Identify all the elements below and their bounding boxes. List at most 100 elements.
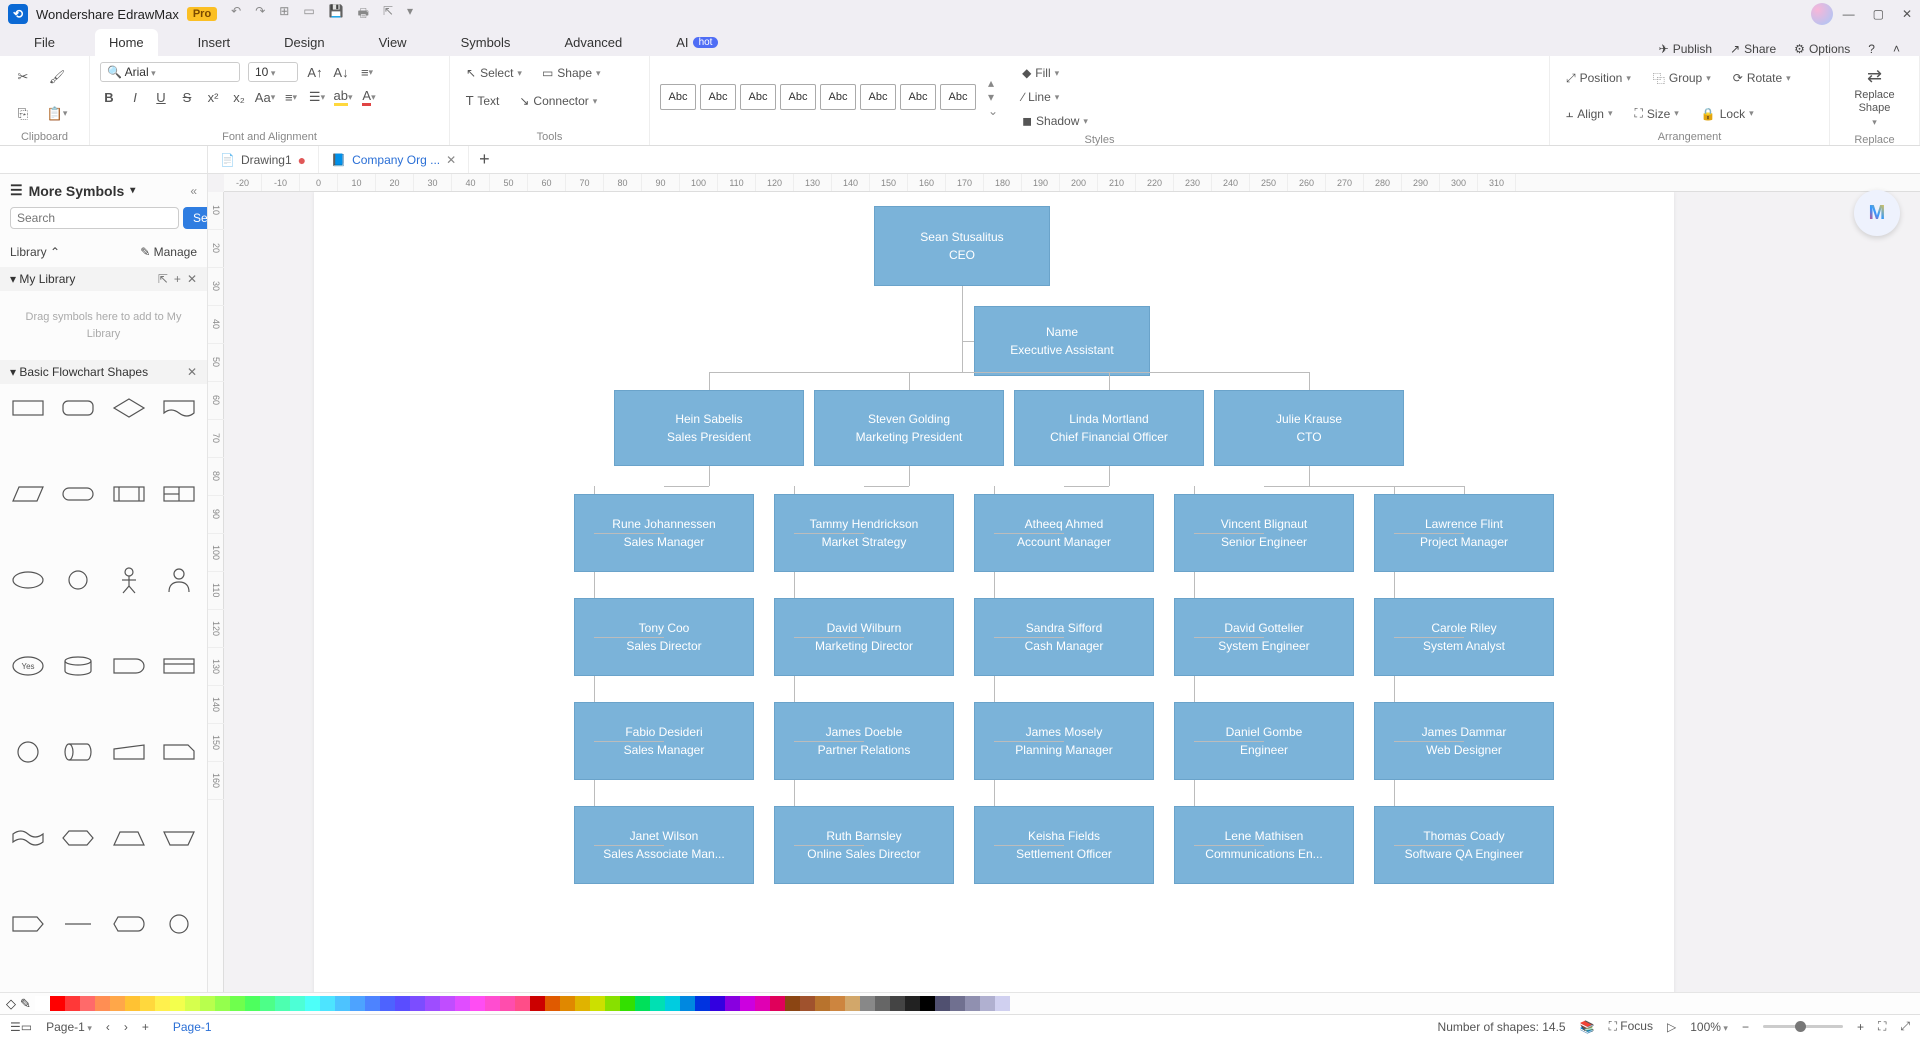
rotate-button[interactable]: ⟳ Rotate <box>1727 67 1797 89</box>
my-library-header[interactable]: ▾ My Library ⇱ + ✕ <box>0 267 207 291</box>
shape-hexagon[interactable] <box>58 822 98 854</box>
print-icon[interactable]: 🖶 <box>358 4 369 25</box>
style-preset-3[interactable]: Abc <box>740 84 776 110</box>
org-ea[interactable]: NameExecutive Assistant <box>974 306 1150 376</box>
color-swatch[interactable] <box>740 996 755 1011</box>
user-avatar[interactable] <box>1811 3 1833 25</box>
color-swatch[interactable] <box>170 996 185 1011</box>
bullets-icon[interactable]: ☰ <box>308 88 326 106</box>
add-lib-icon[interactable]: + <box>174 272 181 286</box>
no-fill-icon[interactable]: ◇ <box>6 996 16 1012</box>
line-spacing-icon[interactable]: ≡ <box>282 88 300 106</box>
color-swatch[interactable] <box>425 996 440 1011</box>
tab-file[interactable]: File <box>20 29 69 56</box>
org-l2-3[interactable]: Julie KrauseCTO <box>1214 390 1404 466</box>
color-swatch[interactable] <box>980 996 995 1011</box>
shape-circle2[interactable] <box>8 736 48 768</box>
tab-view[interactable]: View <box>365 29 421 56</box>
color-swatch[interactable] <box>845 996 860 1011</box>
color-swatch[interactable] <box>485 996 500 1011</box>
eyedropper-icon[interactable]: ✎ <box>20 996 31 1012</box>
shape-trapezoid2[interactable] <box>159 822 199 854</box>
org-l2-2[interactable]: Linda MortlandChief Financial Officer <box>1014 390 1204 466</box>
align-text-icon[interactable]: ≡ <box>358 63 376 81</box>
minimize-icon[interactable]: — <box>1843 7 1855 21</box>
focus-button[interactable]: ⛶ Focus <box>1609 1019 1653 1034</box>
color-swatch[interactable] <box>140 996 155 1011</box>
color-swatch[interactable] <box>230 996 245 1011</box>
format-painter-icon[interactable]: 🖌 <box>48 68 66 86</box>
color-swatch[interactable] <box>950 996 965 1011</box>
more-symbols-button[interactable]: ☰ More Symbols ▾ <box>10 182 135 199</box>
zoom-level[interactable]: 100% <box>1690 1020 1728 1034</box>
close-lib-icon[interactable]: ✕ <box>187 272 197 286</box>
ai-assistant-button[interactable]: M <box>1854 190 1900 236</box>
color-swatch[interactable] <box>530 996 545 1011</box>
color-swatch[interactable] <box>785 996 800 1011</box>
shape-display[interactable] <box>109 908 149 940</box>
color-swatch[interactable] <box>65 996 80 1011</box>
color-swatch[interactable] <box>890 996 905 1011</box>
prev-page-icon[interactable]: ‹ <box>106 1020 110 1034</box>
tab-symbols[interactable]: Symbols <box>447 29 525 56</box>
color-swatch[interactable] <box>590 996 605 1011</box>
color-swatch[interactable] <box>155 996 170 1011</box>
fit-page-icon[interactable]: ⛶ <box>1878 1019 1886 1034</box>
doc-tab-drawing1[interactable]: 📄 Drawing1 ● <box>208 146 319 173</box>
color-swatch[interactable] <box>335 996 350 1011</box>
color-swatch[interactable] <box>665 996 680 1011</box>
shape-document[interactable] <box>159 392 199 424</box>
style-preset-7[interactable]: Abc <box>900 84 936 110</box>
color-swatch[interactable] <box>920 996 935 1011</box>
position-button[interactable]: ⤢ Position <box>1560 67 1637 90</box>
color-swatch[interactable] <box>605 996 620 1011</box>
color-swatch[interactable] <box>800 996 815 1011</box>
paste-icon[interactable]: 📋 <box>48 105 66 123</box>
font-color-icon[interactable]: A <box>360 88 378 106</box>
replace-shape-button[interactable]: ⇄ Replace Shape <box>1840 62 1909 132</box>
color-swatch[interactable] <box>620 996 635 1011</box>
color-swatch[interactable] <box>215 996 230 1011</box>
shape-tool[interactable]: ▭ Shape <box>536 62 607 84</box>
zoom-out-icon[interactable]: − <box>1742 1020 1749 1034</box>
open-icon[interactable]: ▭ <box>303 4 314 25</box>
color-swatch[interactable] <box>650 996 665 1011</box>
shape-database[interactable] <box>58 650 98 682</box>
publish-button[interactable]: ✈ Publish <box>1659 42 1712 56</box>
color-swatch[interactable] <box>470 996 485 1011</box>
color-swatch[interactable] <box>35 996 50 1011</box>
color-swatch[interactable] <box>125 996 140 1011</box>
line-button[interactable]: ∕ Line <box>1016 86 1094 108</box>
next-page-icon[interactable]: › <box>124 1020 128 1034</box>
color-swatch[interactable] <box>110 996 125 1011</box>
color-swatch[interactable] <box>695 996 710 1011</box>
tab-ai[interactable]: AI hot <box>662 29 732 56</box>
color-swatch[interactable] <box>410 996 425 1011</box>
maximize-icon[interactable]: ▢ <box>1873 7 1884 21</box>
copy-icon[interactable]: ⎘ <box>14 105 32 123</box>
tab-insert[interactable]: Insert <box>184 29 245 56</box>
presentation-icon[interactable]: ▷ <box>1667 1020 1676 1034</box>
shape-subprocess[interactable] <box>109 478 149 510</box>
style-down-icon[interactable]: ▾ <box>988 90 998 104</box>
color-swatch[interactable] <box>965 996 980 1011</box>
color-swatch[interactable] <box>95 996 110 1011</box>
connector-tool[interactable]: ↘ Connector <box>513 90 603 112</box>
page-select[interactable]: Page-1 <box>46 1020 92 1034</box>
color-swatch[interactable] <box>440 996 455 1011</box>
align-button[interactable]: ⫠ Align <box>1560 102 1619 125</box>
style-preset-6[interactable]: Abc <box>860 84 896 110</box>
shape-cylinder[interactable] <box>58 736 98 768</box>
shape-tape[interactable] <box>8 822 48 854</box>
my-library-dropzone[interactable]: Drag symbols here to add to My Library <box>0 291 207 360</box>
font-family-select[interactable]: 🔍 Arial <box>100 62 240 82</box>
shape-manual-input[interactable] <box>109 736 149 768</box>
shape-line[interactable] <box>58 908 98 940</box>
shape-internal-storage[interactable] <box>159 478 199 510</box>
shape-trapezoid[interactable] <box>109 822 149 854</box>
style-preset-5[interactable]: Abc <box>820 84 856 110</box>
tab-design[interactable]: Design <box>270 29 338 56</box>
font-size-select[interactable]: 10 <box>248 62 298 82</box>
color-swatch[interactable] <box>365 996 380 1011</box>
shape-card[interactable] <box>159 650 199 682</box>
